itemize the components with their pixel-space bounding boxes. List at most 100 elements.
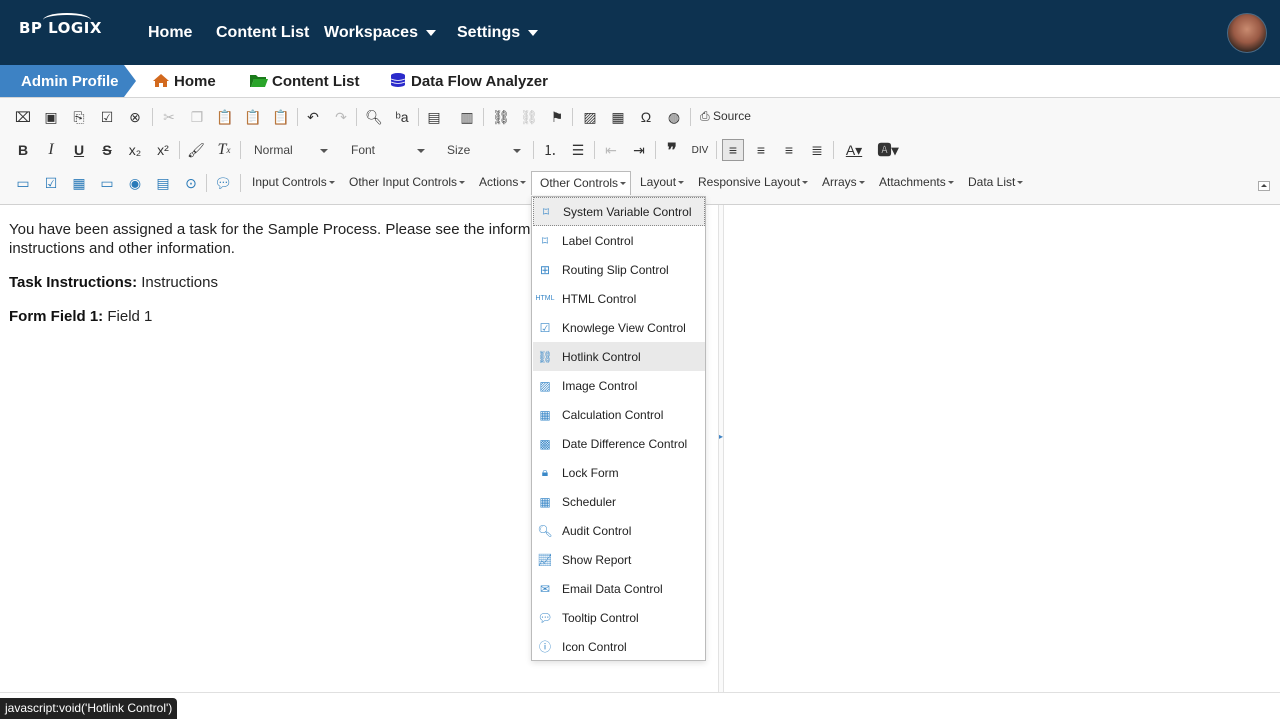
panel-splitter[interactable]: ▸ [718,205,724,692]
italic-icon[interactable]: I [40,139,62,161]
nav-workspaces[interactable]: Workspaces [324,24,436,42]
menu-attachments[interactable]: Attachments [879,175,954,189]
dd-hotlink-control[interactable]: ⛓ Hotlink Control [533,342,705,371]
avatar[interactable] [1227,13,1267,53]
dd-image-control[interactable]: ▨ Image Control [533,371,705,400]
tab-data-flow-analyzer[interactable]: Data Flow Analyzer [389,73,548,90]
globe-icon[interactable]: ◍ [663,106,685,128]
toolbar-separator [240,141,241,159]
numbered-list-icon[interactable]: ⒈ [539,139,561,161]
date-control-icon[interactable]: ▦ [68,172,90,194]
superscript-icon[interactable]: x² [152,139,174,161]
save-check-icon[interactable]: ☑ [96,106,118,128]
div-container-icon[interactable]: DIV [689,139,711,161]
nav-settings[interactable]: Settings [457,24,539,42]
cancel-icon[interactable]: ⊗ [124,106,146,128]
caret-down-icon [425,29,436,36]
task-instructions-line: Task Instructions: Instructions [9,273,569,292]
dd-label-control[interactable]: ⌑ Label Control [533,226,705,255]
justify-icon[interactable]: ≣ [806,139,828,161]
dd-scheduler[interactable]: ▦ Scheduler [533,487,705,516]
format-select[interactable]: Normal [248,139,334,161]
menu-actions[interactable]: Actions [479,175,527,189]
dd-lock-form[interactable]: 🔒︎ Lock Form [533,458,705,487]
toolbar-separator [716,141,717,159]
special-char-icon[interactable]: Ω [635,106,657,128]
indent-icon[interactable]: ⇥ [628,139,650,161]
source-button[interactable]: ⎙ Source [700,109,751,124]
link-icon[interactable]: ⛓ [490,106,512,128]
collapse-toolbar-button[interactable] [1258,181,1270,191]
menu-other-controls[interactable]: Other Controls [531,171,632,195]
dropdown-control-icon[interactable]: ▭ [96,172,118,194]
tab-content-list[interactable]: Content List [250,73,360,90]
select-all-icon[interactable]: ▤ [423,106,445,128]
dd-knowlege-view-control[interactable]: ☑ Knowlege View Control [533,313,705,342]
menu-data-list[interactable]: Data List [968,175,1024,189]
dd-label: Knowlege View Control [562,320,686,335]
strikethrough-icon[interactable]: S [96,139,118,161]
radio-control-icon[interactable]: ◉ [124,172,146,194]
dd-email-data-control[interactable]: ✉ Email Data Control [533,574,705,603]
checkbox-control-icon[interactable]: ☑ [40,172,62,194]
bp-logix-logo[interactable]: BP LOGIX [19,13,102,37]
replace-icon[interactable]: ᵇa [391,106,413,128]
menu-responsive-layout[interactable]: Responsive Layout [698,175,809,189]
remove-format-icon[interactable]: Tx [213,139,235,161]
tab-admin-profile[interactable]: Admin Profile [0,65,136,97]
format-painter-icon[interactable]: 🖌︎ [185,139,207,161]
dd-routing-slip-control[interactable]: ⊞ Routing Slip Control [533,255,705,284]
find-icon[interactable]: 🔍︎ [363,106,385,128]
align-right-icon[interactable]: ≡ [778,139,800,161]
undo-icon[interactable]: ↶ [302,106,324,128]
font-select[interactable]: Font [345,139,431,161]
spellcheck-icon[interactable]: ▥ [456,106,478,128]
clear-form-icon[interactable]: ⌧ [12,106,34,128]
paste-text-icon[interactable]: 📋 [242,106,264,128]
save-icon[interactable]: ▣ [40,106,62,128]
bold-icon[interactable]: B [12,139,34,161]
align-center-icon[interactable]: ≡ [750,139,772,161]
align-left-icon[interactable]: ≡ [722,139,744,161]
dd-tooltip-control[interactable]: 💬︎ Tooltip Control [533,603,705,632]
menu-layout[interactable]: Layout [640,175,685,189]
document-body[interactable]: You have been assigned a task for the Sa… [9,220,569,341]
tooltip-control-icon[interactable]: 💬︎ [212,172,234,194]
nav-content-list[interactable]: Content List [216,24,309,42]
anchor-flag-icon[interactable]: ⚑ [546,106,568,128]
background-color-icon[interactable]: 🅰︎▾ [875,139,901,161]
copy-icon[interactable]: ❐ [186,106,208,128]
toggle-control-icon[interactable]: ⊙ [180,172,202,194]
table-icon[interactable]: ▦ [607,106,629,128]
dd-audit-control[interactable]: 🔍︎ Audit Control [533,516,705,545]
text-color-icon[interactable]: A▾ [841,139,867,161]
paste-icon[interactable]: 📋 [214,106,236,128]
outdent-icon[interactable]: ⇤ [600,139,622,161]
cut-icon[interactable]: ✂ [158,106,180,128]
form-field-value: Field 1 [103,308,153,325]
subscript-icon[interactable]: x₂ [124,139,146,161]
html-icon: HTML [535,295,555,302]
unlink-icon[interactable]: ⛓ [518,106,540,128]
menu-other-input-controls[interactable]: Other Input Controls [349,175,466,189]
redo-icon[interactable]: ↷ [330,106,352,128]
image-icon[interactable]: ▨ [579,106,601,128]
list-control-icon[interactable]: ▤ [152,172,174,194]
dd-icon-control[interactable]: ⓘ Icon Control [533,632,705,661]
save-as-icon[interactable]: ⎘ [68,106,90,128]
size-select[interactable]: Size [441,139,527,161]
tab-home[interactable]: Home [152,73,216,90]
dd-system-variable-control[interactable]: ⌑ System Variable Control [533,197,705,226]
dd-show-report[interactable]: 📈︎ Show Report [533,545,705,574]
blockquote-icon[interactable]: ❞ [661,139,683,161]
dd-calculation-control[interactable]: ▦ Calculation Control [533,400,705,429]
textbox-control-icon[interactable]: ▭ [12,172,34,194]
underline-icon[interactable]: U [68,139,90,161]
dd-date-difference-control[interactable]: ▩ Date Difference Control [533,429,705,458]
menu-input-controls[interactable]: Input Controls [252,175,335,189]
menu-arrays[interactable]: Arrays [822,175,865,189]
nav-home[interactable]: Home [148,24,192,42]
dd-html-control[interactable]: HTML HTML Control [533,284,705,313]
paste-word-icon[interactable]: 📋 [270,106,292,128]
bulleted-list-icon[interactable]: ☰ [567,139,589,161]
